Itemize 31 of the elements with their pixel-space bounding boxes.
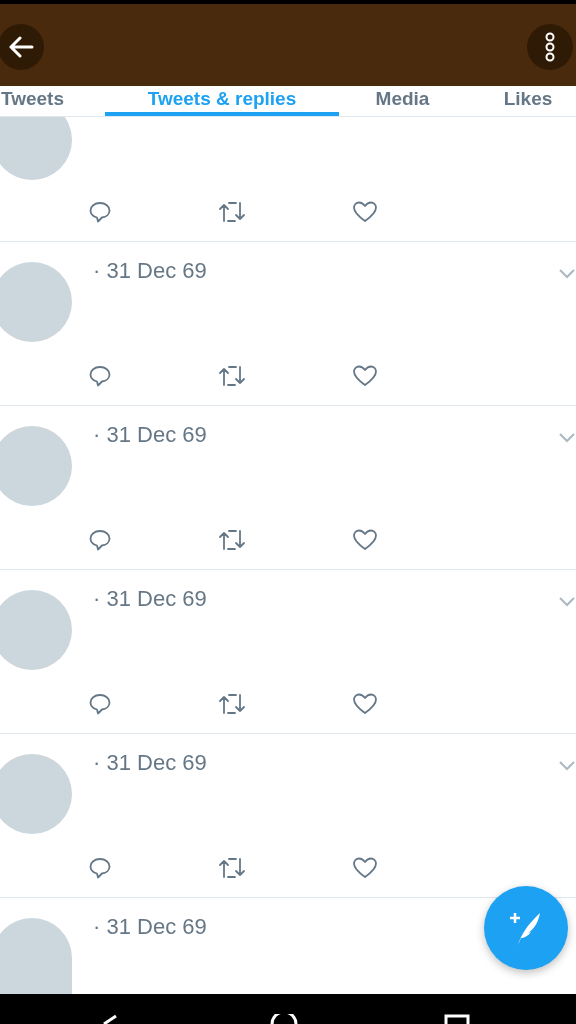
recents-nav-icon[interactable]	[444, 1014, 470, 1024]
retweet-icon[interactable]	[218, 692, 246, 716]
back-icon	[8, 36, 34, 58]
tab[interactable]: Media	[339, 86, 466, 116]
reply-icon[interactable]	[88, 528, 112, 552]
compose-button[interactable]	[484, 886, 568, 970]
reply-icon[interactable]	[88, 692, 112, 716]
tab[interactable]: Tweets	[0, 86, 105, 116]
tweet-date: · 31 Dec 69	[93, 750, 207, 777]
tweet-date: · 31 Dec 69	[93, 586, 207, 613]
retweet-icon[interactable]	[218, 364, 246, 388]
more-icon	[544, 32, 556, 62]
tab[interactable]: Likes	[466, 86, 576, 116]
tab[interactable]: Tweets & replies	[105, 86, 339, 116]
heart-icon[interactable]	[352, 364, 378, 388]
reply-icon[interactable]	[88, 200, 112, 224]
tweet-date: · 31 Dec 69	[93, 914, 207, 941]
tweet-date: · 31 Dec 69	[93, 422, 207, 449]
retweet-icon[interactable]	[218, 528, 246, 552]
heart-icon[interactable]	[352, 692, 378, 716]
heart-icon[interactable]	[352, 856, 378, 880]
heart-icon[interactable]	[352, 200, 378, 224]
heart-icon[interactable]	[352, 528, 378, 552]
back-button[interactable]	[0, 24, 44, 70]
retweet-icon[interactable]	[218, 856, 246, 880]
reply-icon[interactable]	[88, 856, 112, 880]
retweet-icon[interactable]	[218, 200, 246, 224]
home-nav-icon[interactable]	[270, 1014, 298, 1024]
more-button[interactable]	[527, 24, 573, 70]
reply-icon[interactable]	[88, 364, 112, 388]
tweet-date: · 31 Dec 69	[93, 258, 207, 285]
